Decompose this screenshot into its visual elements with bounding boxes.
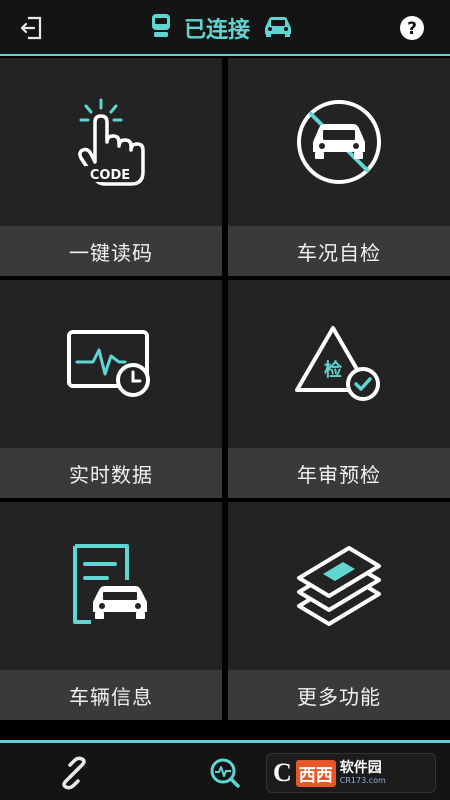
tile-label: 实时数据 bbox=[0, 448, 222, 498]
monitor-clock-icon bbox=[67, 330, 150, 397]
tile-live-data[interactable]: 实时数据 bbox=[0, 280, 222, 498]
tile-label: 年审预检 bbox=[228, 448, 450, 498]
tile-annual-precheck[interactable]: 检 年审预检 bbox=[228, 280, 450, 498]
watermark-url: CR173.com bbox=[339, 776, 386, 785]
svg-text:?: ? bbox=[407, 19, 417, 39]
svg-text:检: 检 bbox=[324, 359, 342, 381]
exit-icon[interactable] bbox=[18, 14, 46, 42]
tile-vehicle-info[interactable]: 车辆信息 bbox=[0, 502, 222, 720]
link-icon[interactable] bbox=[56, 755, 92, 791]
tile-more-functions[interactable]: 更多功能 bbox=[228, 502, 450, 720]
watermark-brand-chars: 西西 bbox=[295, 759, 336, 787]
inspection-triangle-icon: 检 bbox=[295, 326, 380, 401]
tile-label: 一键读码 bbox=[0, 226, 222, 276]
touch-code-icon: CODE bbox=[78, 98, 145, 186]
top-bar: 已连接 ? bbox=[0, 0, 450, 56]
connector-icon bbox=[150, 12, 172, 44]
tile-car-self-check[interactable]: 车况自检 bbox=[228, 58, 450, 276]
bottom-nav: C 西西 软件园 CR173.com bbox=[0, 740, 450, 800]
tile-label: 更多功能 bbox=[228, 670, 450, 720]
car-inspect-icon bbox=[297, 100, 381, 184]
watermark-logo: C 西西 软件园 CR173.com bbox=[266, 753, 436, 793]
diagnose-search-icon[interactable] bbox=[206, 755, 242, 791]
tile-read-code[interactable]: CODE 一键读码 bbox=[0, 58, 222, 276]
tile-label: 车况自检 bbox=[228, 226, 450, 276]
layers-icon bbox=[297, 546, 381, 626]
connection-status: 已连接 bbox=[150, 12, 294, 44]
tile-label: 车辆信息 bbox=[0, 670, 222, 720]
status-text: 已连接 bbox=[184, 18, 251, 43]
watermark-brand-name: 软件园 bbox=[339, 760, 382, 776]
svg-text:CODE: CODE bbox=[90, 168, 130, 183]
help-icon[interactable]: ? bbox=[398, 14, 426, 42]
watermark-letter: C bbox=[273, 758, 292, 787]
function-grid: CODE 一键读码 车况自检 实时数据 检 年审预检 车辆信息 更多功能 bbox=[0, 58, 450, 720]
car-icon bbox=[262, 14, 294, 42]
vehicle-document-icon bbox=[73, 544, 147, 624]
